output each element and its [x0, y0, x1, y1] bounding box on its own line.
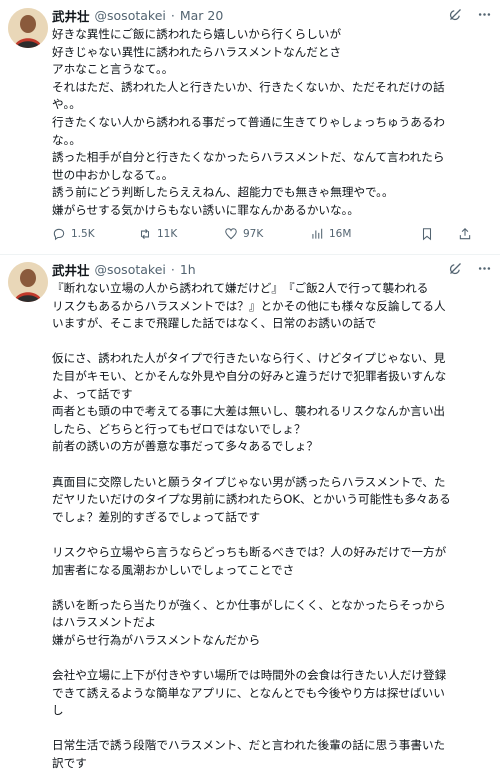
tweet-line: 好きじゃない異性に誘われたらハラスメントなんだとさ	[52, 44, 342, 59]
tweet-text: 『断れない立場の人から誘われて嫌だけど』 『ご飯2人で行って襲われる リスクもあ…	[52, 280, 492, 773]
tweet-line: 両者とも頭の中で考えてる事に大差は無いし、襲われるリスクなんか言い出	[52, 404, 446, 419]
tweet-line: 会社や立場に上下が付きやすい場所では時間外の会食は行きたい人だけ登録	[52, 668, 447, 683]
author-handle[interactable]: @sosotakei	[95, 8, 166, 23]
author-handle[interactable]: @sosotakei	[95, 262, 166, 277]
like-count: 97K	[243, 228, 264, 240]
views-chart-icon	[312, 228, 323, 239]
bookmark-icon	[422, 228, 432, 241]
tweet-line: 世の中おかしなるて。。	[52, 167, 174, 182]
repost-button[interactable]: 11K	[138, 227, 177, 241]
tweet-line: 嫌がらせする気かけらもない誘いに罪なんかあるかいな。。	[52, 202, 360, 217]
tweet-line: それはただ、誘われた人と行きたいか、行きたくないか、ただそれだけの話	[52, 79, 445, 94]
tweet-line: できて誘えるような簡単なアプリに、となんとでも今後やり方は探せばいい	[52, 685, 445, 700]
tweet-line: 嫌がらせ行為がハラスメントなんだから	[52, 632, 261, 647]
tweet-line: 仮にさ、誘われた人がタイプで行きたいなら行く、けどタイプじゃない、見	[52, 351, 446, 366]
separator-dot: ·	[170, 8, 175, 23]
repost-icon	[140, 228, 150, 240]
tweet-line: な。。	[52, 132, 81, 147]
separator-dot: ·	[170, 262, 175, 277]
tweet-line: 加害者になる風潮おかしいでしょってことでさ	[52, 562, 295, 577]
avatar[interactable]	[8, 8, 48, 48]
tweet-line: 日常生活で誘う段階でハラスメント、だと言われた後輩の話に思う事書いた	[52, 738, 446, 753]
author-name[interactable]: 武井壮	[52, 260, 90, 279]
tweet-line: 誘った相手が自分と行きたくなかったらハラスメントだ、なんて言われたら	[52, 150, 445, 165]
bookmark-button[interactable]	[420, 227, 434, 241]
tweet-line: だヤリたいだけのタイプな男前に誘われたらOK、とかいう可能性も多々ある	[52, 492, 451, 507]
share-button[interactable]	[458, 227, 472, 241]
views-button[interactable]: 16M	[310, 227, 351, 241]
views-count: 16M	[329, 228, 352, 240]
tweet-line: アホなこと言うなて。。	[52, 62, 174, 77]
tweet-line: したら、どちらと行ってもゼロではないでしょ？	[52, 421, 306, 436]
reply-icon	[53, 228, 65, 241]
tweet-text: 好きな異性にご飯に誘われたら嬉しいから行くらしいが 好きじゃない異性に誘われたら…	[52, 26, 492, 220]
tweet-date[interactable]: 1h	[180, 262, 196, 277]
tweet-line: いますが、そこまで飛躍した話ではなく、日常のお誘いの話で	[52, 316, 377, 331]
tweet-line: し	[52, 703, 64, 718]
repost-count: 11K	[157, 228, 178, 240]
tweet-line: はハラスメントだよ	[52, 615, 157, 630]
tweet-line: 『断れない立場の人から誘われて嫌だけど』 『ご飯2人で行って襲われる	[52, 281, 429, 295]
more-icon[interactable]	[477, 7, 492, 22]
tweet-line: 行きたくない人から誘われる事だって普通に生きてりゃしょっちゅうあるわ	[52, 114, 446, 129]
tweet-line: でしょ？差別的すぎるでしょって話です	[52, 509, 261, 524]
tweet-line: リスクやら立場やら言うならどっちも断るべきでは？人の好みだけで一方が	[52, 544, 447, 559]
grok-icon[interactable]	[448, 7, 463, 22]
tweet-line: 誘う前にどう判断したらええねん、超能力でも無きゃ無理やで。。	[52, 185, 394, 200]
tweet-line: や。。	[52, 97, 81, 112]
reply-count: 1.5K	[71, 228, 95, 240]
tweet-line: た目がキモい、とかそんな外見や自分の好みと違うだけで犯罪者扱いすんな	[52, 368, 447, 383]
tweet-line: 誘いを断ったら当たりが強く、とか仕事がしにくく、となかったらそっから	[52, 597, 446, 612]
like-button[interactable]: 97K	[224, 227, 263, 241]
heart-icon	[225, 228, 237, 240]
tweet-line: 好きな異性にご飯に誘われたら嬉しいから行くらしいが	[52, 27, 342, 41]
author-name[interactable]: 武井壮	[52, 6, 90, 25]
reply-button[interactable]: 1.5K	[52, 227, 95, 241]
tweet-date[interactable]: Mar 20	[180, 8, 223, 23]
tweet-line: 前者の誘いの方が善意な事だって多々あるでしょ？	[52, 439, 319, 454]
more-icon[interactable]	[477, 261, 492, 276]
grok-icon[interactable]	[448, 261, 463, 276]
tweet-line: よ、って話です	[52, 386, 133, 401]
tweet-line: リスクもあるからハラスメントでは？』とかその他にも様々な反論してる人	[52, 298, 446, 313]
tweet-actions: 1.5K 11K 97K 16M	[52, 225, 492, 243]
tweet-divider	[0, 254, 500, 255]
tweet-line: 真面目に交際したいと願うタイプじゃない男が誘ったらハラスメントで、た	[52, 474, 446, 489]
avatar[interactable]	[8, 262, 48, 302]
share-icon	[459, 228, 471, 240]
